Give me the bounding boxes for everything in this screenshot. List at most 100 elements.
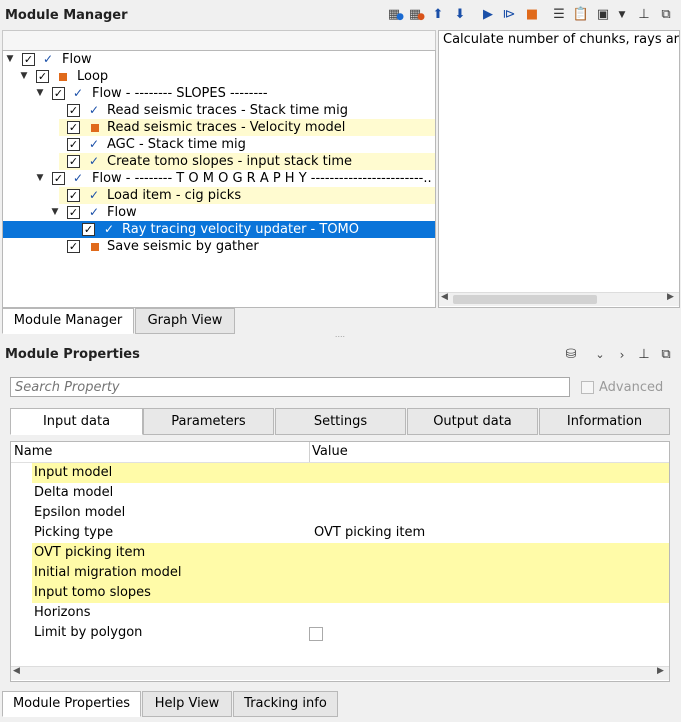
chevron-down-icon[interactable]: ⌄ — [592, 347, 608, 363]
tree-row[interactable]: ✓ ✓ Read seismic traces - Stack time mig — [3, 102, 435, 119]
properties-table[interactable]: Name Value Input model Delta model Epsil… — [10, 441, 670, 682]
move-up-icon[interactable]: ⬆ — [430, 7, 446, 23]
expand-arrow-icon[interactable]: ▼ — [35, 170, 45, 187]
tree-row[interactable]: ✓ Save seismic by gather — [3, 238, 435, 255]
table-row[interactable]: Delta model — [32, 483, 669, 503]
property-name: Delta model — [34, 485, 114, 500]
tree-row[interactable]: ✓ ✓ AGC - Stack time mig — [3, 136, 435, 153]
table-row[interactable]: Horizons — [32, 603, 669, 623]
expand-arrow-icon[interactable]: ▼ — [35, 85, 45, 102]
advanced-checkbox[interactable] — [581, 381, 594, 394]
chevron-right-icon[interactable]: › — [614, 347, 630, 363]
table-row[interactable]: Epsilon model — [32, 503, 669, 523]
property-name: Limit by polygon — [34, 625, 143, 640]
advanced-label: Advanced — [599, 380, 664, 395]
scroll-left-icon[interactable]: ◀ — [13, 666, 20, 676]
tab-help-view[interactable]: Help View — [142, 691, 232, 717]
tree-checkbox[interactable]: ✓ — [52, 172, 65, 185]
tree-row[interactable]: ✓ Read seismic traces - Velocity model — [59, 119, 435, 136]
expand-arrow-icon[interactable]: ▼ — [19, 68, 29, 85]
tick-icon: ✓ — [89, 154, 100, 168]
add-module-icon[interactable]: ▦ ● — [386, 7, 404, 23]
expand-arrow-icon[interactable]: ▼ — [50, 204, 60, 221]
tree-checkbox[interactable]: ✓ — [67, 155, 80, 168]
tab-input-data[interactable]: Input data — [10, 408, 143, 435]
window-options-icon[interactable]: ▣ — [595, 7, 611, 23]
tick-icon: ✓ — [104, 222, 115, 236]
tree-checkbox[interactable]: ✓ — [36, 70, 49, 83]
table-row[interactable]: Input model — [32, 463, 669, 483]
search-property-input[interactable] — [10, 377, 570, 397]
module-tree[interactable]: ▼ ✓ ✓ Flow ▼ ✓ Loop ▼ ✓ ✓ Flow - -------… — [2, 50, 436, 308]
property-name: Picking type — [34, 525, 114, 540]
move-down-icon[interactable]: ⬇ — [452, 7, 468, 23]
limit-by-polygon-checkbox[interactable] — [309, 627, 323, 641]
tree-item-label: Flow — [107, 205, 137, 220]
column-header-name[interactable]: Name — [14, 444, 52, 459]
tree-row[interactable]: ▼ ✓ ✓ Flow - -------- SLOPES -------- — [3, 85, 435, 102]
tab-information[interactable]: Information — [539, 408, 670, 435]
tree-item-label: Read seismic traces - Velocity model — [107, 120, 346, 135]
tree-row[interactable]: ▼ ✓ Loop — [3, 68, 435, 85]
tab-module-manager[interactable]: Module Manager — [2, 308, 134, 334]
tab-tracking-info[interactable]: Tracking info — [233, 691, 338, 717]
horizontal-scrollbar[interactable]: ◀ ▶ — [439, 292, 679, 306]
property-value[interactable]: OVT picking item — [314, 523, 425, 543]
column-header-value[interactable]: Value — [312, 444, 348, 459]
run-step-icon[interactable]: ⧐ — [501, 7, 517, 23]
tab-graph-view[interactable]: Graph View — [135, 308, 235, 334]
property-name: Input model — [34, 465, 113, 480]
tree-row[interactable]: ✓ ✓ Create tomo slopes - input stack tim… — [59, 153, 435, 170]
tree-checkbox[interactable]: ✓ — [82, 223, 95, 236]
tree-checkbox[interactable]: ✓ — [52, 87, 65, 100]
tab-output-data[interactable]: Output data — [407, 408, 538, 435]
table-row[interactable]: Picking type OVT picking item — [32, 523, 669, 543]
horizontal-scrollbar[interactable]: ◀ ▶ — [11, 666, 669, 680]
tree-row[interactable]: ▼ ✓ ✓ Flow — [3, 204, 435, 221]
table-header: Name Value — [11, 442, 669, 463]
list-icon[interactable]: ☰ — [551, 7, 567, 23]
tick-icon: ✓ — [73, 171, 84, 185]
run-icon[interactable]: ▶ — [480, 7, 496, 23]
tree-row-selected[interactable]: ✓ ✓ Ray tracing velocity updater - TOMO — [3, 221, 435, 238]
table-row[interactable]: Limit by polygon — [32, 623, 669, 643]
tick-icon: ✓ — [89, 188, 100, 202]
tree-checkbox[interactable]: ✓ — [67, 104, 80, 117]
chevron-down-icon[interactable]: ▼ — [614, 7, 630, 23]
tree-checkbox[interactable]: ✓ — [67, 189, 80, 202]
splitter-handle[interactable]: .... — [333, 331, 347, 339]
clipboard-icon[interactable]: 📋 — [573, 7, 589, 23]
scrollbar-thumb[interactable] — [453, 295, 597, 304]
tab-settings[interactable]: Settings — [275, 408, 406, 435]
tree-checkbox[interactable]: ✓ — [67, 138, 80, 151]
property-name: OVT picking item — [34, 545, 146, 560]
float-icon[interactable]: ⧉ — [658, 7, 674, 23]
table-row[interactable]: OVT picking item — [32, 543, 669, 563]
property-name: Input tomo slopes — [34, 585, 151, 600]
table-row[interactable]: Initial migration model — [32, 563, 669, 583]
tree-checkbox[interactable]: ✓ — [67, 240, 80, 253]
description-panel[interactable]: Calculate number of chunks, rays ar ◀ ▶ — [438, 30, 680, 308]
tick-icon: ✓ — [89, 137, 100, 151]
database-icon[interactable]: ⛁ — [563, 347, 579, 363]
tree-row[interactable]: ▼ ✓ ✓ Flow — [3, 51, 435, 68]
column-divider[interactable] — [309, 442, 310, 462]
tree-checkbox[interactable]: ✓ — [67, 121, 80, 134]
expand-arrow-icon[interactable]: ▼ — [5, 51, 15, 68]
float-icon[interactable]: ⧉ — [658, 347, 674, 363]
tree-checkbox[interactable]: ✓ — [67, 206, 80, 219]
tree-checkbox[interactable]: ✓ — [22, 53, 35, 66]
scroll-right-icon[interactable]: ▶ — [667, 292, 674, 302]
scroll-right-icon[interactable]: ▶ — [657, 666, 664, 676]
remove-module-icon[interactable]: ▦ ● — [407, 7, 425, 23]
pin-icon[interactable]: ⊥ — [636, 347, 652, 363]
tab-parameters[interactable]: Parameters — [143, 408, 274, 435]
stop-icon[interactable]: ■ — [524, 7, 540, 23]
tree-row[interactable]: ▼ ✓ ✓ Flow - -------- T O M O G R A P H … — [3, 170, 435, 187]
tree-item-label: Ray tracing velocity updater - TOMO — [122, 222, 359, 237]
table-row[interactable]: Input tomo slopes — [32, 583, 669, 603]
tab-module-properties[interactable]: Module Properties — [2, 691, 141, 717]
tree-row[interactable]: ✓ ✓ Load item - cig picks — [59, 187, 435, 204]
pin-icon[interactable]: ⊥ — [636, 7, 652, 23]
scroll-left-icon[interactable]: ◀ — [441, 292, 448, 302]
